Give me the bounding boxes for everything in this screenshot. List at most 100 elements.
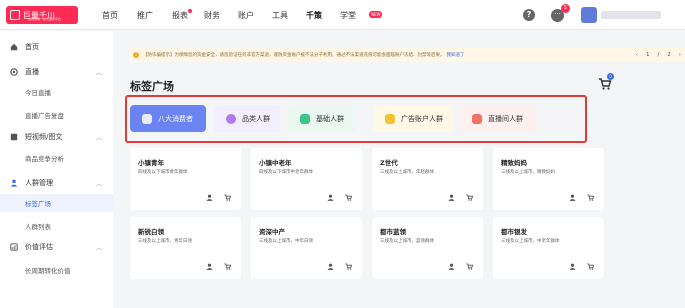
pager-total: 2 (667, 52, 671, 58)
card-desc: 三线及以上城市，中年白领 (259, 239, 313, 244)
nav-home[interactable]: 首页 (102, 0, 118, 30)
card-title: Z世代 (380, 159, 398, 167)
sidebar-item-video[interactable]: 短视频/图文 ︿ (0, 127, 113, 147)
cart-icon[interactable] (224, 194, 231, 201)
card-title: 资深中产 (259, 228, 285, 236)
nav-reports[interactable]: 报表 (172, 0, 192, 30)
live-icon (10, 68, 18, 76)
sidebar-item-label: 人群管理 (25, 179, 53, 187)
main-content: ! 【防诈骗提示】为保障您的资金安全，请您验证任何非官方渠道，谨防资金账户被不法… (121, 31, 685, 308)
sidebar-sub-live-today[interactable]: 今日直播 (0, 83, 113, 101)
crowd-card[interactable]: 新锐白领 三线及以上城市，青年白领 (130, 217, 241, 279)
category-tab-eight-consumers[interactable]: 八大消费者 (130, 105, 206, 132)
category-label: 基础人群 (316, 114, 344, 123)
pager-next-icon[interactable]: › (679, 52, 681, 58)
sidebar-item-home[interactable]: 首页 (0, 37, 113, 57)
page-title: 标签广场 (130, 80, 174, 93)
message-count-badge: 5 (561, 4, 570, 13)
nav-reports-label: 报表 (172, 10, 188, 20)
crowd-card[interactable]: 精致妈妈 三线及以上城市，精致妈妈 (493, 148, 604, 210)
user-icon[interactable] (206, 263, 213, 270)
app-logo[interactable]: 巨量千川 电商营销一站式服务平台 (6, 6, 78, 24)
new-badge: NEW (369, 11, 383, 18)
chevron-up-icon: ︿ (96, 134, 103, 142)
user-icon[interactable] (206, 194, 213, 201)
user-icon (10, 179, 18, 187)
sidebar-item-crowd[interactable]: 人群管理 ︿ (0, 173, 113, 193)
card-desc: 三线及以上城市，蓝领群体 (380, 239, 434, 244)
avatar[interactable] (581, 7, 597, 23)
question-icon[interactable]: ? (523, 9, 535, 21)
category-tab-ad-account-crowd[interactable]: 广告账户人群 (373, 105, 453, 132)
category-tab-category-crowd[interactable]: 品类人群 (214, 105, 280, 132)
nav-tools[interactable]: 工具 (272, 0, 288, 30)
cart-count-badge: 0 (607, 73, 614, 80)
sidebar-sub-live-review[interactable]: 直播广告复盘 (0, 106, 113, 124)
card-title: 新锐白领 (138, 228, 164, 236)
pager-current: 1 (645, 52, 650, 58)
cart-icon[interactable] (466, 263, 473, 270)
user-icon[interactable] (327, 263, 334, 270)
notice-bar: ! 【防诈骗提示】为保障您的资金安全，请您验证任何非官方渠道，谨防资金账户被不法… (129, 48, 685, 62)
pager-prev-icon[interactable]: ‹ (636, 52, 638, 58)
sidebar-sub-product-analysis[interactable]: 商品竞争分析 (0, 149, 113, 167)
category-tab-live-room-crowd[interactable]: 直播间人群 (460, 105, 536, 132)
category-tab-basic-crowd[interactable]: 基础人群 (288, 105, 356, 132)
cart-icon[interactable] (224, 263, 231, 270)
crowd-card[interactable]: Z世代 三线及以上城市，年轻群体 (372, 148, 483, 210)
category-label: 品类人群 (242, 114, 270, 123)
category-label: 广告账户人群 (401, 114, 443, 123)
card-title: 都市蓝领 (380, 228, 406, 236)
card-desc: 三线及以上城市，精致妈妈 (501, 170, 555, 175)
username-blurred[interactable] (601, 11, 661, 19)
crowd-card[interactable]: 都市银发 三线及以上城市，中老年群体 (493, 217, 604, 279)
sidebar-sub-long-cycle[interactable]: 长周期转化价值 (0, 261, 113, 279)
user-icon[interactable] (327, 194, 334, 201)
notice-dismiss-link[interactable]: 我知道了 (447, 52, 465, 58)
chevron-up-icon: ︿ (96, 69, 103, 77)
live-room-icon (472, 113, 482, 124)
ad-icon (385, 113, 395, 124)
nav-promotion[interactable]: 推广 (137, 0, 153, 30)
cart-icon[interactable] (587, 194, 594, 201)
crowd-card[interactable]: 资深中产 三线及以上城市，中年白领 (251, 217, 362, 279)
cart-icon[interactable] (466, 194, 473, 201)
card-title: 小镇青年 (138, 159, 164, 167)
logo-subtitle: 电商营销一站式服务平台 (28, 17, 62, 21)
bag-icon (142, 113, 152, 124)
sidebar-sub-crowd-list[interactable]: 人群列表 (0, 217, 113, 235)
category-icon (226, 113, 236, 124)
card-desc: 四线及以下城市青年群体 (138, 170, 188, 175)
nav-qiance[interactable]: 千策 (306, 0, 322, 30)
home-icon (10, 43, 18, 51)
category-label: 八大消费者 (158, 114, 193, 123)
sidebar-item-label: 价值评估 (25, 243, 53, 251)
crowd-card[interactable]: 都市蓝领 三线及以上城市，蓝领群体 (372, 217, 483, 279)
video-icon (10, 133, 18, 141)
user-icon[interactable] (569, 263, 576, 270)
sidebar-item-label: 直播 (25, 68, 39, 76)
card-title: 小镇中老年 (259, 159, 292, 167)
category-label: 直播间人群 (488, 114, 523, 123)
cart-icon[interactable] (587, 263, 594, 270)
nav-academy[interactable]: 学堂 (340, 0, 356, 30)
user-icon[interactable] (569, 194, 576, 201)
crowd-card[interactable]: 小镇中老年 四线及以下城市中老年群体 (251, 148, 362, 210)
card-desc: 三线及以上城市，年轻群体 (380, 170, 434, 175)
cart-icon[interactable] (345, 263, 352, 270)
sidebar-sub-tag-square[interactable]: 标签广场 (0, 194, 113, 212)
chart-icon (10, 243, 18, 251)
user-icon[interactable] (448, 263, 455, 270)
user-icon[interactable] (448, 194, 455, 201)
nav-finance[interactable]: 财务 (204, 0, 220, 30)
nav-reports-dot (188, 9, 192, 13)
cart-icon[interactable] (345, 194, 352, 201)
people-icon (300, 113, 310, 124)
notice-text: 【防诈骗提示】为保障您的资金安全，请您验证任何非官方渠道，谨防资金账户被不法分子… (143, 53, 445, 58)
sidebar-item-live[interactable]: 直播 ︿ (0, 62, 113, 82)
nav-account[interactable]: 账户 (238, 0, 254, 30)
crowd-card[interactable]: 小镇青年 四线及以下城市青年群体 (130, 148, 241, 210)
sidebar: 首页 直播 ︿ 今日直播 直播广告复盘 短视频/图文 ︿ 商品竞争分析 人群管理… (0, 31, 113, 308)
sidebar-item-value[interactable]: 价值评估 ︿ (0, 237, 113, 257)
card-desc: 三线及以上城市，青年白领 (138, 239, 192, 244)
